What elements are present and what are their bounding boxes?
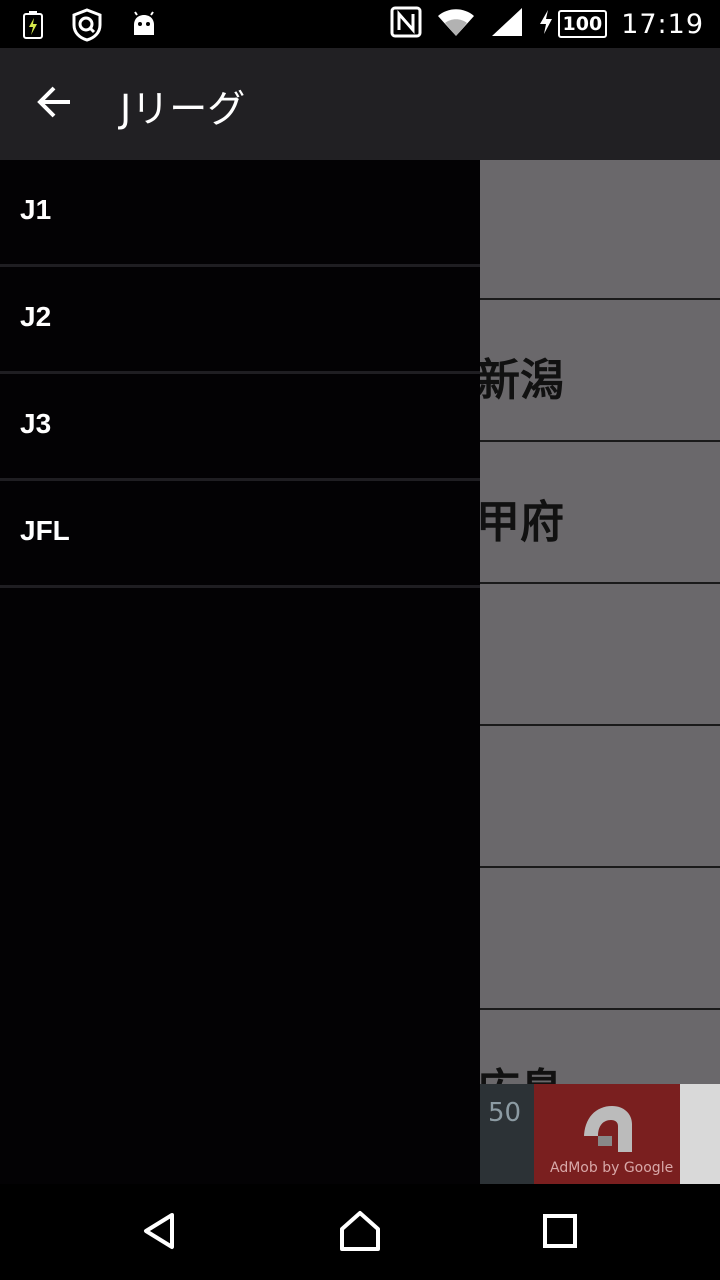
nav-back-button[interactable]	[135, 1208, 185, 1258]
nfc-icon	[390, 6, 422, 42]
admob-logo-icon	[576, 1098, 638, 1160]
clock: 17:19	[621, 8, 704, 40]
ad-side-panel: 50	[480, 1084, 534, 1184]
drawer-item-j3[interactable]: J3	[0, 374, 480, 481]
shield-search-icon	[70, 8, 104, 46]
charging-bolt-icon	[538, 9, 554, 39]
drawer-item-label: J3	[20, 408, 52, 439]
drawer-item-label: J2	[20, 301, 52, 332]
ad-logo-panel: AdMob by Google	[534, 1084, 680, 1184]
ad-number: 50	[488, 1098, 522, 1128]
page-title: Jリーグ	[120, 87, 246, 131]
drawer-item-jfl[interactable]: JFL	[0, 481, 480, 588]
battery-indicator: 100	[538, 9, 608, 39]
battery-level: 100	[557, 10, 608, 38]
navigation-drawer: J1 J2 J3 JFL	[0, 160, 480, 1184]
drawer-item-label: J1	[20, 194, 52, 225]
app-bar: Jリーグ	[0, 48, 720, 160]
ad-banner[interactable]: 50 AdMob by Google	[480, 1084, 720, 1184]
drawer-item-j2[interactable]: J2	[0, 267, 480, 374]
list-item-label: 新潟	[476, 355, 564, 406]
android-icon	[130, 11, 158, 43]
status-bar: 100 17:19	[0, 0, 720, 48]
drawer-item-j1[interactable]: J1	[0, 160, 480, 267]
back-triangle-icon	[140, 1211, 180, 1255]
wifi-icon	[436, 6, 476, 42]
back-button[interactable]	[24, 76, 84, 132]
arrow-left-icon	[36, 86, 72, 122]
recents-square-icon	[542, 1213, 578, 1253]
nav-recents-button[interactable]	[535, 1208, 585, 1258]
home-icon	[338, 1209, 382, 1257]
ad-label: AdMob by Google	[550, 1160, 674, 1176]
nav-home-button[interactable]	[335, 1208, 385, 1258]
list-item-label: 甲府	[476, 497, 564, 548]
cell-signal-icon	[490, 6, 524, 42]
drawer-item-label: JFL	[20, 515, 70, 546]
battery-charging-icon	[22, 10, 44, 44]
system-nav-bar	[0, 1184, 720, 1280]
